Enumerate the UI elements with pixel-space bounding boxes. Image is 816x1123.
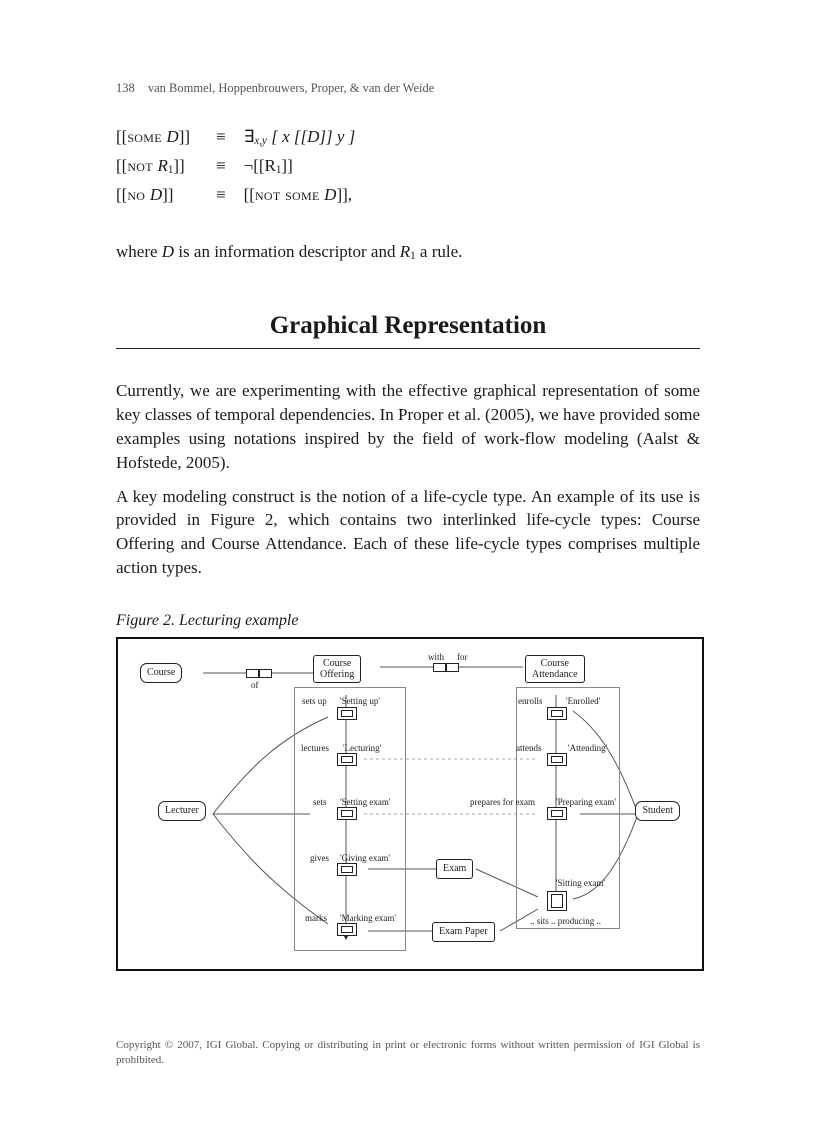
lbl-attends: attends — [516, 742, 542, 754]
figure-2: Course Lecturer Student Course Offering … — [116, 637, 704, 971]
lbl-giving-exam: 'Giving exam' — [340, 852, 390, 864]
lbl-sitting: 'Sitting exam' — [556, 877, 605, 889]
running-head: 138 van Bommel, Hoppenbrouwers, Proper, … — [116, 80, 700, 97]
act-sitting — [547, 891, 567, 911]
lbl-lectures: lectures — [301, 742, 329, 754]
def-row-some: [[some D]] ≡ ∃x,y [ x [[D]] y ] — [116, 123, 363, 152]
lbl-enrolled: 'Enrolled' — [566, 695, 600, 707]
act-setting-up — [337, 707, 357, 720]
node-course-attendance: Course Attendance — [525, 655, 585, 683]
node-course: Course — [140, 663, 182, 683]
body-para-1: Currently, we are experimenting with the… — [116, 379, 700, 474]
running-head-text: van Bommel, Hoppenbrouwers, Proper, & va… — [148, 81, 434, 95]
role-of-1 — [246, 669, 259, 678]
lbl-gives: gives — [310, 852, 329, 864]
section-rule — [116, 348, 700, 349]
lbl-setting-up: 'Setting up' — [340, 695, 380, 707]
node-student: Student — [635, 801, 680, 821]
act-lecturing — [337, 753, 357, 766]
lbl-attending: 'Attending' — [568, 742, 607, 754]
lbl-sets-up: sets up — [302, 695, 327, 707]
page-number: 138 — [116, 81, 135, 95]
act-attending — [547, 753, 567, 766]
def-row-no: [[no D]] ≡ [[not some D]], — [116, 181, 363, 210]
body-para-2: A key modeling construct is the notion o… — [116, 485, 700, 580]
lbl-setting-exam: 'Setting exam' — [340, 796, 390, 808]
lbl-sets: sets — [313, 796, 327, 808]
section-title: Graphical Representation — [270, 309, 547, 347]
node-exam-paper: Exam Paper — [432, 922, 495, 942]
act-giving-exam — [337, 863, 357, 876]
lbl-for: for — [457, 651, 468, 663]
act-marking-exam — [337, 923, 357, 936]
lbl-preparing: 'Preparing exam' — [556, 796, 616, 808]
role-with — [433, 663, 446, 672]
lbl-marking-exam: 'Marking exam' — [340, 912, 396, 924]
where-sentence: where D is an information descriptor and… — [116, 240, 700, 265]
role-for — [446, 663, 459, 672]
lbl-with: with — [428, 651, 444, 663]
role-of-2 — [259, 669, 272, 678]
lbl-lecturing: 'Lecturing' — [343, 742, 381, 754]
lbl-marks: marks — [305, 912, 327, 924]
def-row-not: [[not R1]] ≡ ¬[[R1]] — [116, 152, 363, 181]
act-preparing — [547, 807, 567, 820]
act-enrolled — [547, 707, 567, 720]
node-exam: Exam — [436, 859, 473, 879]
node-course-offering: Course Offering — [313, 655, 361, 683]
lbl-enrolls: enrolls — [518, 695, 543, 707]
node-lecturer: Lecturer — [158, 801, 206, 821]
lbl-of: of — [251, 679, 259, 691]
copyright-notice: Copyright © 2007, IGI Global. Copying or… — [116, 1038, 700, 1067]
figure-caption: Figure 2. Lecturing example — [116, 610, 700, 632]
definitions-table: [[some D]] ≡ ∃x,y [ x [[D]] y ] [[not R1… — [116, 123, 363, 210]
lbl-prepares: prepares for exam — [470, 796, 535, 808]
lbl-sits-producing: .. sits .. producing .. — [530, 915, 601, 927]
act-setting-exam — [337, 807, 357, 820]
